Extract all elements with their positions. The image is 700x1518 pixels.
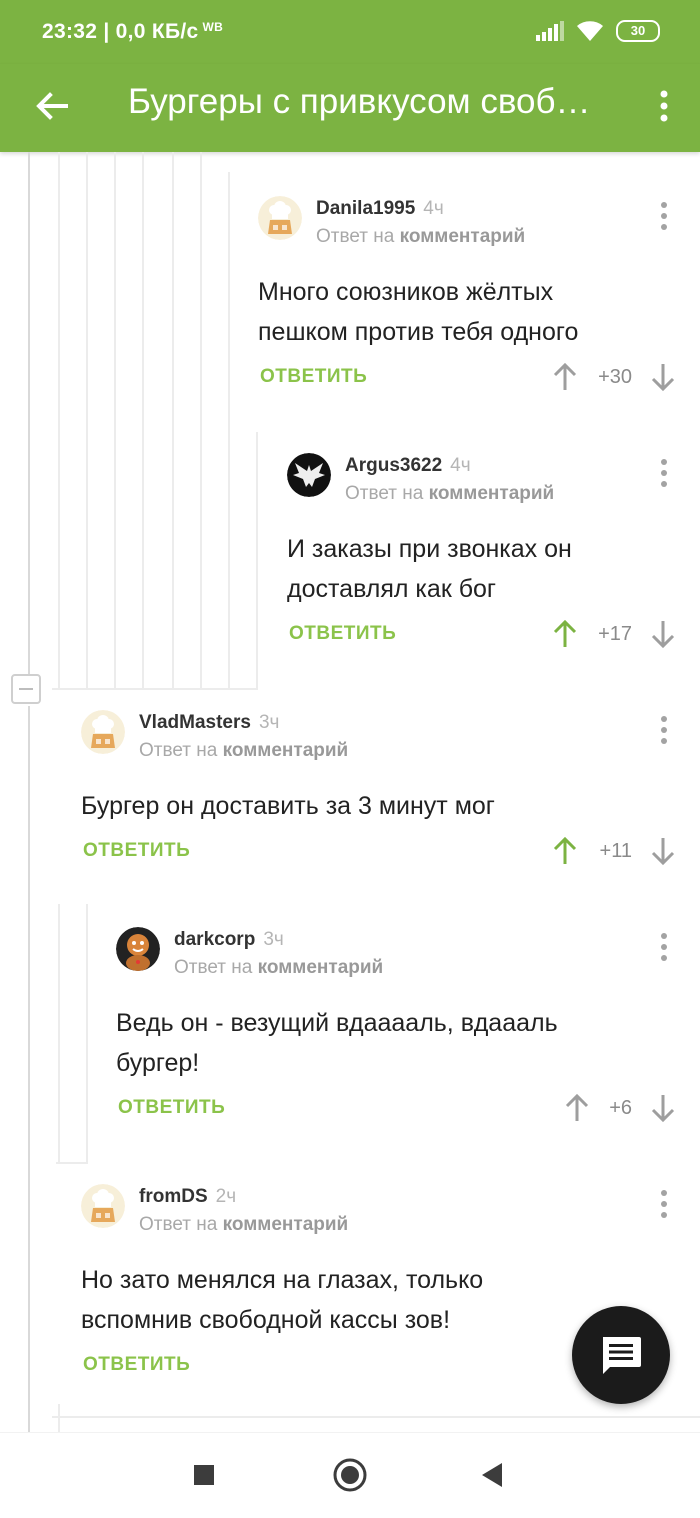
author-name[interactable]: Argus3622 xyxy=(345,455,442,476)
reply-target[interactable]: комментарий xyxy=(223,1214,349,1235)
comment-author[interactable]: darkcorp 3ч xyxy=(174,929,284,951)
comment-time: 4ч xyxy=(450,455,471,476)
collapse-thread-button[interactable] xyxy=(11,674,41,704)
comment-icon xyxy=(603,1337,641,1374)
add-comment-button[interactable] xyxy=(572,1306,670,1404)
reply-to-link[interactable]: Ответ на комментарий xyxy=(139,740,348,762)
default-avatar-icon xyxy=(81,710,125,754)
comment-author[interactable]: Argus3622 4ч xyxy=(345,455,471,477)
comment-danila1995: Danila1995 4ч Ответ на комментарий Много … xyxy=(258,196,678,406)
default-avatar-icon xyxy=(258,196,302,240)
comment-time: 4ч xyxy=(423,198,444,219)
more-vert-icon[interactable] xyxy=(654,1188,674,1220)
system-nav-bar xyxy=(0,1432,700,1518)
comment-text: Ведь он - везущий вдааааль, вдаааль бурге… xyxy=(116,1003,558,1083)
carrier-badge: WB xyxy=(202,20,224,34)
gingerbread-avatar-icon xyxy=(116,927,160,971)
eagle-avatar-icon xyxy=(287,453,331,497)
avatar[interactable] xyxy=(116,927,160,971)
arrow-up-icon[interactable] xyxy=(552,836,578,866)
default-avatar-icon xyxy=(81,1184,125,1228)
reply-button[interactable]: ОТВЕТИТЬ xyxy=(83,1354,190,1376)
author-name[interactable]: darkcorp xyxy=(174,929,255,950)
status-time: 23:32 | 0,0 КБ/с xyxy=(42,20,199,43)
arrow-down-icon[interactable] xyxy=(650,362,676,392)
author-name[interactable]: Danila1995 xyxy=(316,198,415,219)
reply-target[interactable]: комментарий xyxy=(258,957,384,978)
more-vert-icon[interactable] xyxy=(652,84,676,128)
reply-to-link[interactable]: Ответ на комментарий xyxy=(174,957,383,979)
reply-prefix: Ответ на xyxy=(139,740,218,761)
signal-icon xyxy=(536,21,564,41)
comment-text-line: вспомнив свободной кассы зов! xyxy=(81,1306,451,1334)
status-icons: 30 xyxy=(536,20,660,42)
reply-to-link[interactable]: Ответ на комментарий xyxy=(139,1214,348,1236)
comment-author[interactable]: fromDS 2ч xyxy=(139,1186,236,1208)
comment-text-line: бургер! xyxy=(116,1049,200,1077)
triangle-back-icon[interactable] xyxy=(480,1461,504,1489)
reply-prefix: Ответ на xyxy=(174,957,253,978)
status-bar: 23:32 | 0,0 КБ/с WB 30 xyxy=(0,0,700,64)
avatar[interactable] xyxy=(81,1184,125,1228)
circle-icon[interactable] xyxy=(332,1457,368,1493)
comment-argus3622: Argus3622 4ч Ответ на комментарий И заказ… xyxy=(287,453,678,663)
comment-text: Бургер он доставить за 3 минут мог xyxy=(81,786,495,826)
reply-button[interactable]: ОТВЕТИТЬ xyxy=(83,840,190,862)
reply-prefix: Ответ на xyxy=(316,226,395,247)
reply-target[interactable]: комментарий xyxy=(400,226,526,247)
arrow-down-icon[interactable] xyxy=(650,1093,676,1123)
arrow-left-icon[interactable] xyxy=(30,84,74,128)
more-vert-icon[interactable] xyxy=(654,200,674,232)
comment-time: 2ч xyxy=(215,1186,237,1207)
comment-author[interactable]: Danila1995 4ч xyxy=(316,198,444,220)
rating: +17 xyxy=(598,623,632,645)
avatar[interactable] xyxy=(81,710,125,754)
more-vert-icon[interactable] xyxy=(654,457,674,489)
arrow-down-icon[interactable] xyxy=(650,619,676,649)
reply-target[interactable]: комментарий xyxy=(223,740,349,761)
comment-text-line: Ведь он - везущий вдааааль, вдаааль xyxy=(116,1009,558,1037)
comment-darkcorp: darkcorp 3ч Ответ на комментарий Ведь он … xyxy=(116,927,678,1137)
reply-prefix: Ответ на xyxy=(139,1214,218,1235)
rating: +6 xyxy=(609,1097,632,1119)
arrow-up-icon[interactable] xyxy=(552,362,578,392)
square-icon[interactable] xyxy=(192,1463,216,1487)
reply-button[interactable]: ОТВЕТИТЬ xyxy=(118,1097,225,1119)
reply-target[interactable]: комментарий xyxy=(429,483,555,504)
more-vert-icon[interactable] xyxy=(654,714,674,746)
reply-to-link[interactable]: Ответ на комментарий xyxy=(316,226,525,248)
rating: +11 xyxy=(599,840,632,862)
comment-time: 3ч xyxy=(263,929,284,950)
arrow-up-icon[interactable] xyxy=(552,619,578,649)
comment-time: 3ч xyxy=(258,712,280,733)
more-vert-icon[interactable] xyxy=(654,931,674,963)
page-title: Бургеры с привкусом своб… xyxy=(128,82,591,121)
avatar[interactable] xyxy=(287,453,331,497)
battery-indicator: 30 xyxy=(616,20,660,42)
comment-text: И заказы при звонках он доставлял как бог xyxy=(287,529,572,609)
wifi-icon xyxy=(577,21,603,41)
author-name[interactable]: VladMasters xyxy=(139,712,251,733)
comment-text-line: Бургер он доставить за 3 минут мог xyxy=(81,792,495,820)
reply-button[interactable]: ОТВЕТИТЬ xyxy=(260,366,367,388)
avatar[interactable] xyxy=(258,196,302,240)
comment-author[interactable]: VladMasters 3ч xyxy=(139,712,279,734)
comment-vladmasters: VladMasters 3ч Ответ на комментарий Бурге… xyxy=(81,710,678,880)
app-bar: Бургеры с привкусом своб… xyxy=(0,64,700,152)
status-time-speed: 23:32 | 0,0 КБ/с WB xyxy=(42,20,223,44)
reply-to-link[interactable]: Ответ на комментарий xyxy=(345,483,554,505)
reply-prefix: Ответ на xyxy=(345,483,424,504)
comment-text-line: пешком против тебя одного xyxy=(258,318,579,346)
rating: +30 xyxy=(598,366,632,388)
comment-text-line: доставлял как бог xyxy=(287,575,497,603)
comment-text: Много союзников жёлтых пешком против тебя… xyxy=(258,272,578,352)
comment-text: Но зато менялся на глазах, только вспомни… xyxy=(81,1260,483,1340)
author-name[interactable]: fromDS xyxy=(139,1186,208,1207)
comment-text-line: Много союзников жёлтых xyxy=(258,278,554,306)
comment-text-line: И заказы при звонках он xyxy=(287,535,572,563)
arrow-down-icon[interactable] xyxy=(650,836,676,866)
reply-button[interactable]: ОТВЕТИТЬ xyxy=(289,623,396,645)
comment-text-line: Но зато менялся на глазах, только xyxy=(81,1266,484,1294)
